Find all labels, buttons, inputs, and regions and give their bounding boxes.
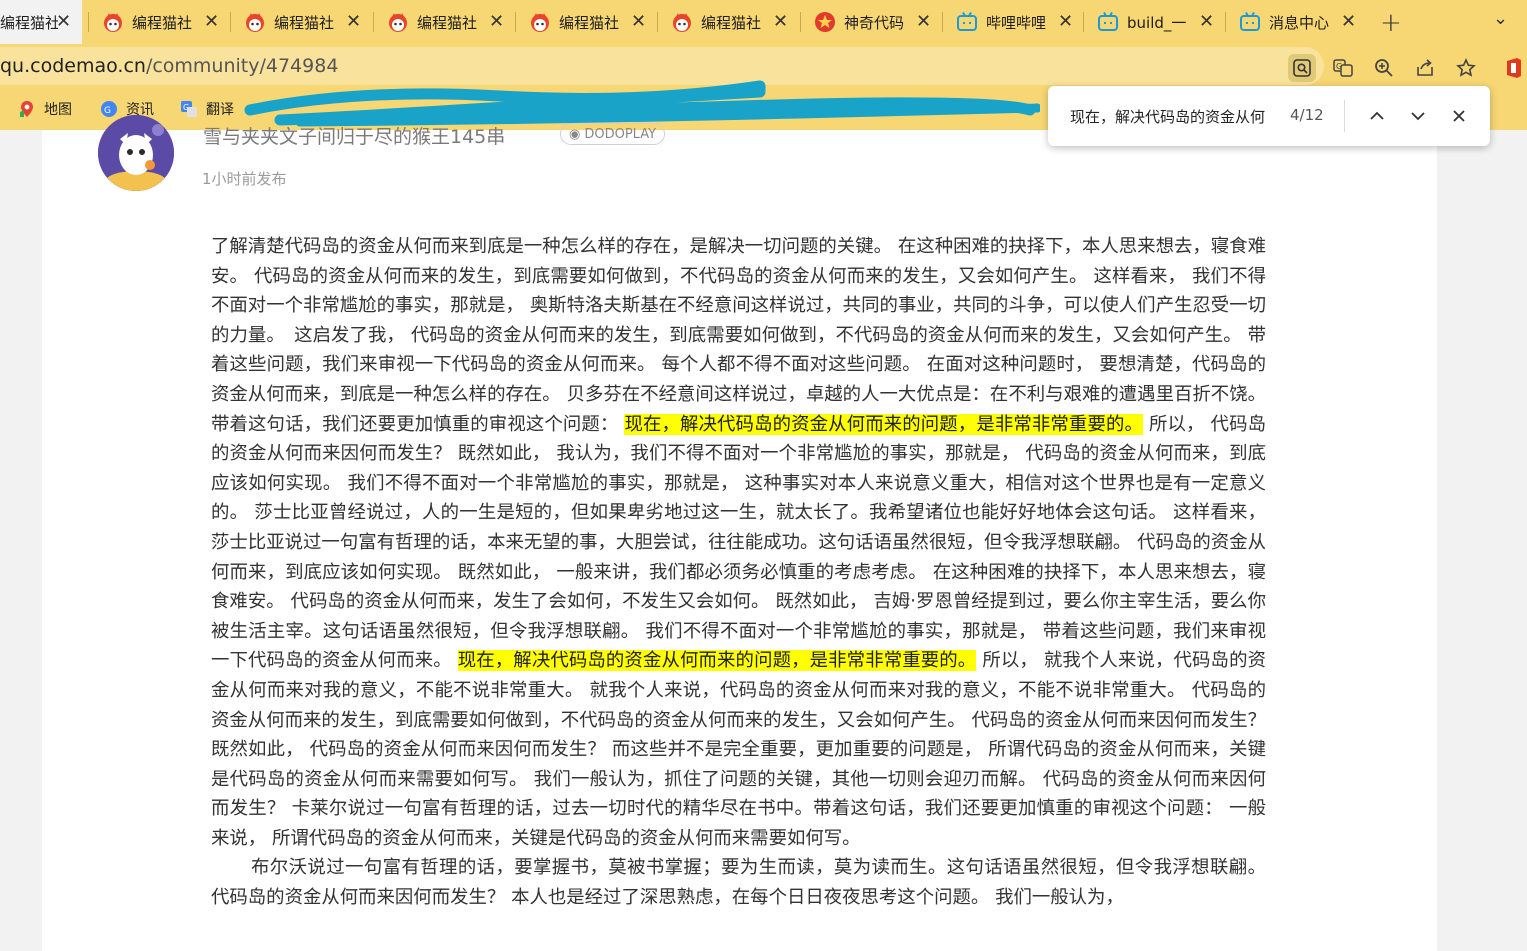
bookmark-label: 翻译 xyxy=(206,102,234,118)
close-icon xyxy=(1453,110,1465,122)
translate-icon: G xyxy=(180,100,198,118)
tab-label: 编程猫社 xyxy=(274,13,335,32)
tab[interactable]: 编程猫社 ✕ xyxy=(88,0,230,44)
close-icon[interactable]: ✕ xyxy=(916,11,931,32)
text-run: 所以， 代码岛的资金从何而来因何而发生？ 既然如此， 我认为，我们不得不面对一个… xyxy=(211,413,1266,672)
paragraph: 了解清楚代码岛的资金从何而来到底是一种怎么样的存在，是解决一切问题的关键。 在这… xyxy=(211,232,1266,853)
bookmark-star-icon[interactable] xyxy=(1452,54,1480,82)
find-input[interactable]: 现在，解决代码岛的资金从何 xyxy=(1070,106,1265,127)
tab[interactable]: 消息中心 ✕ xyxy=(1225,0,1367,44)
tab-separator xyxy=(373,12,374,32)
redaction-scribble xyxy=(244,80,1040,127)
find-count: 4/12 xyxy=(1290,106,1324,124)
zoom-icon[interactable] xyxy=(1370,54,1398,82)
text-run: 了解清楚代码岛的资金从何而来到底是一种怎么样的存在，是解决一切问题的关键。 在这… xyxy=(211,236,1266,435)
codemao-icon xyxy=(387,11,409,33)
tab-label: 消息中心 xyxy=(1269,13,1330,32)
bookmark-label: 地图 xyxy=(44,102,72,118)
url-text[interactable]: qu.codemao.cn/community/474984 xyxy=(0,55,338,77)
close-icon[interactable]: ✕ xyxy=(56,11,71,32)
tab-label: 哔哩哔哩 xyxy=(986,13,1047,32)
tab-search-chevron-icon[interactable]: ⌄ xyxy=(1493,8,1508,29)
bookmark-maps[interactable]: 地图 xyxy=(18,99,72,119)
close-icon[interactable]: ✕ xyxy=(1341,11,1356,32)
url-host: qu.codemao.cn xyxy=(0,55,146,77)
tab-separator xyxy=(515,12,516,32)
svg-text:G: G xyxy=(1336,62,1342,71)
codemao-icon xyxy=(102,11,124,33)
close-icon[interactable]: ✕ xyxy=(1199,11,1214,32)
tab-label: 编程猫社 xyxy=(132,13,193,32)
office-extension-icon[interactable] xyxy=(1500,54,1527,82)
tab-label: 编程猫社 xyxy=(0,13,58,32)
tab[interactable]: 编程猫社 ✕ xyxy=(657,0,799,44)
tab[interactable]: 神奇代码 ✕ xyxy=(800,0,942,44)
tab[interactable]: 编程猫社 ✕ xyxy=(230,0,372,44)
tab[interactable]: build_一 ✕ xyxy=(1083,0,1225,44)
tab-separator xyxy=(800,12,801,32)
tab[interactable]: 编程猫社 ✕ xyxy=(515,0,657,44)
find-in-page-icon[interactable] xyxy=(1288,54,1316,82)
close-icon[interactable]: ✕ xyxy=(1058,11,1073,32)
find-match-highlight: 现在，解决代码岛的资金从何而来的问题，是非常非常重要的。 xyxy=(624,413,1144,435)
tab-separator xyxy=(88,12,89,32)
tab[interactable]: 编程猫社 ✕ xyxy=(373,0,515,44)
bilibili-icon xyxy=(956,11,978,33)
close-icon[interactable]: ✕ xyxy=(346,11,361,32)
avatar[interactable] xyxy=(98,115,174,191)
translate-page-icon[interactable]: G xyxy=(1329,54,1357,82)
close-icon[interactable]: ✕ xyxy=(773,11,788,32)
tab-separator xyxy=(1225,12,1226,32)
new-tab-button[interactable]: + xyxy=(1380,8,1402,38)
codemao-icon xyxy=(529,11,551,33)
tab-label: 神奇代码 xyxy=(844,13,905,32)
find-match-highlight: 现在，解决代码岛的资金从何而来的问题，是非常非常重要的。 xyxy=(457,650,977,672)
chevron-up-icon xyxy=(1370,111,1384,120)
divider xyxy=(1344,100,1345,132)
close-icon[interactable]: ✕ xyxy=(489,11,504,32)
post-time: 1小时前发布 xyxy=(202,170,287,188)
bilibili-icon xyxy=(1239,11,1261,33)
share-icon[interactable] xyxy=(1411,54,1439,82)
find-previous-button[interactable] xyxy=(1363,102,1391,130)
find-bar: 现在，解决代码岛的资金从何 4/12 xyxy=(1048,86,1490,146)
codemao-icon xyxy=(671,11,693,33)
tab[interactable]: 编程猫社 ✕ xyxy=(0,0,82,44)
bookmark-translate[interactable]: G 翻译 xyxy=(180,99,234,119)
bilibili-icon xyxy=(1097,11,1119,33)
close-icon[interactable]: ✕ xyxy=(631,11,646,32)
url-path: /community/474984 xyxy=(145,55,339,77)
post-body: 了解清楚代码岛的资金从何而来到底是一种怎么样的存在，是解决一切问题的关键。 在这… xyxy=(211,232,1266,913)
svg-text:G: G xyxy=(104,106,111,116)
text-run: 所以， 就我个人来说，代码岛的资金从何而来对我的意义，不能不说非常重大。 就我个… xyxy=(211,650,1266,849)
find-close-button[interactable] xyxy=(1445,102,1473,130)
tab-separator xyxy=(942,12,943,32)
codemao-icon xyxy=(244,11,266,33)
tab-separator xyxy=(1083,12,1084,32)
maps-icon xyxy=(18,100,36,118)
find-next-button[interactable] xyxy=(1404,102,1432,130)
close-icon[interactable]: ✕ xyxy=(204,11,219,32)
tab-label: 编程猫社 xyxy=(559,13,620,32)
tab-label: build_一 xyxy=(1127,13,1187,32)
tab-label: 编程猫社 xyxy=(701,13,762,32)
news-icon: G xyxy=(100,100,118,118)
tab[interactable]: 哔哩哔哩 ✕ xyxy=(942,0,1084,44)
star-badge-icon xyxy=(814,11,836,33)
tab-separator xyxy=(230,12,231,32)
tab-label: 编程猫社 xyxy=(417,13,478,32)
chevron-down-icon xyxy=(1411,112,1425,121)
tab-separator xyxy=(657,12,658,32)
paragraph: 布尔沃说过一句富有哲理的话，要掌握书，莫被书掌握；要为生而读，莫为读而生。这句话… xyxy=(211,857,1266,909)
